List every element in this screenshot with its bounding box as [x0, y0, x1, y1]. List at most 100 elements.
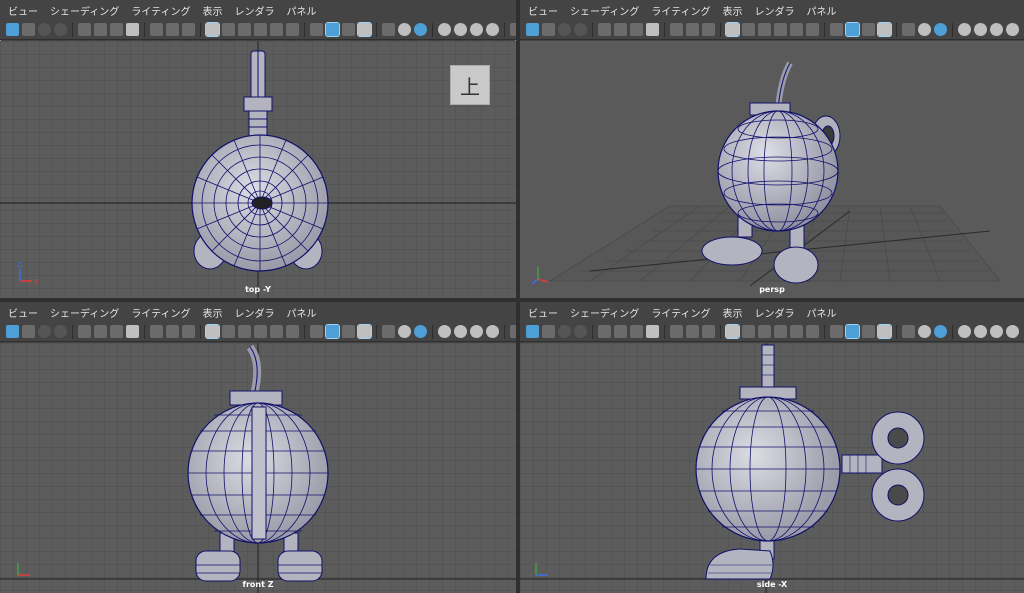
- viewport-panel-front[interactable]: ビュー シェーディング ライティング 表示 レンダラ パネル front Z: [0, 302, 516, 593]
- safe-title-icon[interactable]: [806, 23, 819, 36]
- panel-divider-vertical[interactable]: [516, 0, 520, 593]
- image-plane-icon[interactable]: [54, 325, 67, 338]
- two-d-pan-icon[interactable]: [150, 23, 163, 36]
- menu-view[interactable]: ビュー: [528, 305, 558, 320]
- viewport-canvas-top[interactable]: X Z 上 top -Y: [0, 41, 516, 298]
- lock-camera-icon[interactable]: [94, 325, 107, 338]
- wireframe-icon[interactable]: [310, 325, 323, 338]
- viewport-panel-persp[interactable]: ビュー シェーディング ライティング 表示 レンダラ パネル persp: [520, 0, 1024, 298]
- select-camera-icon[interactable]: [526, 23, 539, 36]
- depth-of-field-icon[interactable]: [486, 325, 499, 338]
- view-cube[interactable]: 上: [450, 65, 490, 105]
- grid-icon[interactable]: [205, 22, 220, 37]
- camera-attributes-icon[interactable]: [542, 325, 555, 338]
- motion-blur-icon[interactable]: [454, 325, 467, 338]
- select-camera-icon[interactable]: [526, 325, 539, 338]
- smooth-shade-icon[interactable]: [325, 324, 340, 339]
- grid-icon[interactable]: [725, 324, 740, 339]
- image-plane-icon[interactable]: [54, 23, 67, 36]
- grid-icon[interactable]: [205, 324, 220, 339]
- viewport-panel-side[interactable]: ビュー シェーディング ライティング 表示 レンダラ パネル side -X: [520, 302, 1024, 593]
- grease-pencil-icon[interactable]: [166, 23, 179, 36]
- menu-shading[interactable]: シェーディング: [50, 3, 119, 18]
- menu-shading[interactable]: シェーディング: [570, 305, 639, 320]
- anti-aliasing-icon[interactable]: [470, 325, 483, 338]
- motion-blur-icon[interactable]: [974, 23, 987, 36]
- use-all-lights-icon[interactable]: [398, 325, 411, 338]
- smooth-shade-icon[interactable]: [845, 324, 860, 339]
- camera-icon[interactable]: [598, 23, 611, 36]
- menu-view[interactable]: ビュー: [8, 305, 38, 320]
- pencil-icon[interactable]: [182, 325, 195, 338]
- menu-show[interactable]: 表示: [723, 3, 743, 18]
- safe-title-icon[interactable]: [806, 325, 819, 338]
- anti-aliasing-icon[interactable]: [470, 23, 483, 36]
- bookmark-icon[interactable]: [558, 23, 571, 36]
- gate-mask-icon[interactable]: [774, 23, 787, 36]
- camera-attributes-icon[interactable]: [542, 23, 555, 36]
- two-d-pan-icon[interactable]: [150, 325, 163, 338]
- menu-lighting[interactable]: ライティング: [651, 3, 710, 18]
- film-gate-icon[interactable]: [630, 325, 643, 338]
- ambient-occlusion-icon[interactable]: [438, 23, 451, 36]
- grid-icon[interactable]: [725, 22, 740, 37]
- depth-of-field-icon[interactable]: [1006, 23, 1019, 36]
- menu-renderer[interactable]: レンダラ: [235, 305, 275, 320]
- default-material-icon[interactable]: [862, 325, 875, 338]
- film-gate-toggle-icon[interactable]: [222, 325, 235, 338]
- viewport-panel-top[interactable]: ビュー シェーディング ライティング 表示 レンダラ パネル X Z 上 top…: [0, 0, 516, 298]
- wireframe-icon[interactable]: [310, 23, 323, 36]
- viewport-canvas-side[interactable]: side -X: [520, 343, 1024, 593]
- wireframe-icon[interactable]: [830, 325, 843, 338]
- film-gate-icon[interactable]: [110, 325, 123, 338]
- menu-show[interactable]: 表示: [203, 305, 223, 320]
- default-material-icon[interactable]: [342, 23, 355, 36]
- menu-show[interactable]: 表示: [203, 3, 223, 18]
- resolution-gate-icon[interactable]: [758, 325, 771, 338]
- textured-icon[interactable]: [902, 325, 915, 338]
- shadows-icon[interactable]: [414, 23, 427, 36]
- gate-mask-icon[interactable]: [774, 325, 787, 338]
- motion-blur-icon[interactable]: [974, 325, 987, 338]
- viewport-canvas-persp[interactable]: persp: [520, 41, 1024, 298]
- lock-camera-icon[interactable]: [94, 23, 107, 36]
- menu-show[interactable]: 表示: [723, 305, 743, 320]
- menu-shading[interactable]: シェーディング: [50, 305, 119, 320]
- camera-attributes-icon[interactable]: [22, 23, 35, 36]
- gate-mask-icon[interactable]: [254, 325, 267, 338]
- select-camera-icon[interactable]: [6, 325, 19, 338]
- image-plane-icon[interactable]: [574, 23, 587, 36]
- smooth-shade-icon[interactable]: [325, 22, 340, 37]
- resolution-gate-icon[interactable]: [758, 23, 771, 36]
- wireframe-on-shaded-icon[interactable]: [357, 22, 372, 37]
- resolution-gate-icon[interactable]: [238, 325, 251, 338]
- wireframe-on-shaded-icon[interactable]: [357, 324, 372, 339]
- panel-divider-horizontal[interactable]: [0, 298, 1024, 302]
- film-gate-icon[interactable]: [110, 23, 123, 36]
- film-gate-icon[interactable]: [630, 23, 643, 36]
- menu-view[interactable]: ビュー: [8, 3, 38, 18]
- select-camera-icon[interactable]: [6, 23, 19, 36]
- depth-of-field-icon[interactable]: [486, 23, 499, 36]
- default-material-icon[interactable]: [862, 23, 875, 36]
- textured-icon[interactable]: [382, 325, 395, 338]
- menu-renderer[interactable]: レンダラ: [755, 305, 795, 320]
- pencil-icon[interactable]: [702, 325, 715, 338]
- menu-shading[interactable]: シェーディング: [570, 3, 639, 18]
- camera-icon[interactable]: [78, 325, 91, 338]
- menu-lighting[interactable]: ライティング: [131, 305, 190, 320]
- menu-renderer[interactable]: レンダラ: [755, 3, 795, 18]
- menu-panels[interactable]: パネル: [287, 305, 317, 320]
- ambient-occlusion-icon[interactable]: [958, 325, 971, 338]
- menu-panels[interactable]: パネル: [807, 305, 837, 320]
- pencil-icon[interactable]: [702, 23, 715, 36]
- safe-action-icon[interactable]: [270, 325, 283, 338]
- motion-blur-icon[interactable]: [454, 23, 467, 36]
- use-all-lights-icon[interactable]: [918, 23, 931, 36]
- smooth-shade-icon[interactable]: [845, 22, 860, 37]
- bookmark-icon[interactable]: [558, 325, 571, 338]
- viewport-canvas-front[interactable]: front Z: [0, 343, 516, 593]
- textured-icon[interactable]: [382, 23, 395, 36]
- shadows-icon[interactable]: [934, 23, 947, 36]
- ambient-occlusion-icon[interactable]: [438, 325, 451, 338]
